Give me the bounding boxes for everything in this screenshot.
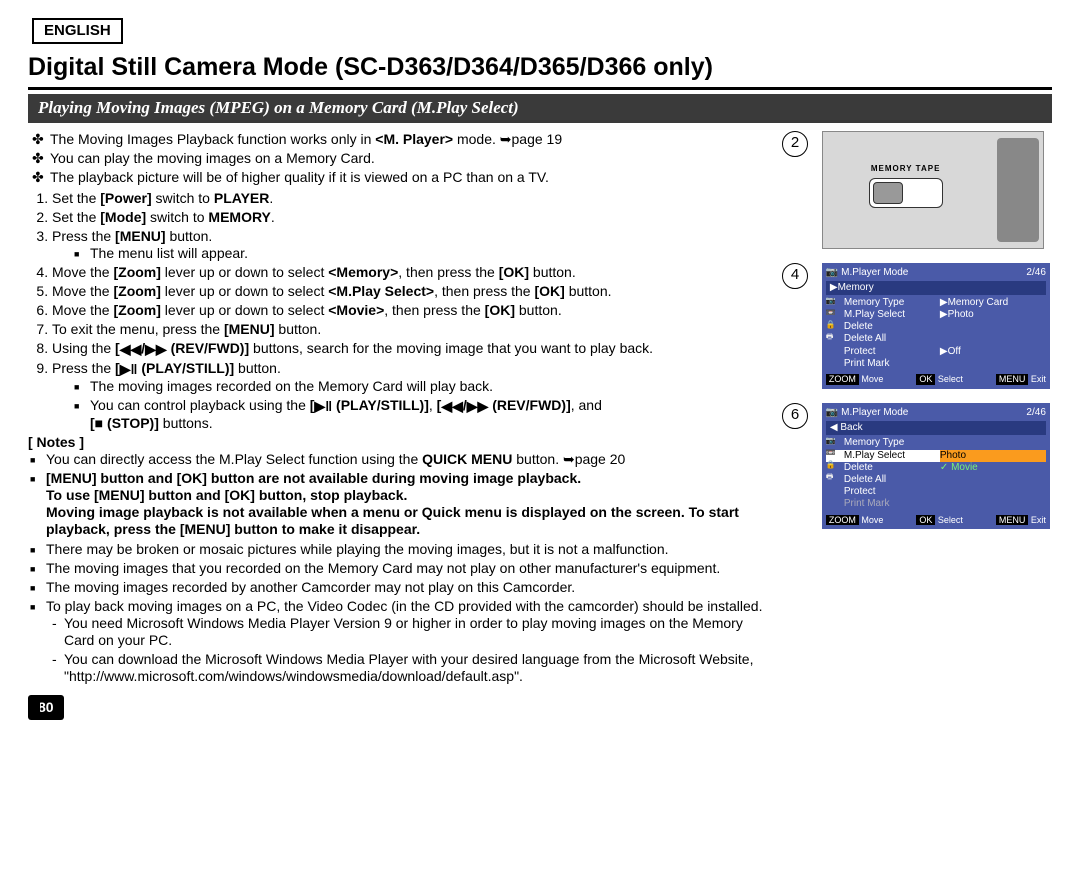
page-title: Digital Still Camera Mode (SC-D363/D364/… (28, 52, 1052, 90)
notes-list: You can directly access the M.Play Selec… (28, 451, 772, 685)
language-box: ENGLISH (32, 18, 123, 44)
section-subheader: Playing Moving Images (MPEG) on a Memory… (28, 94, 1052, 123)
step-ref-2: 2 (782, 131, 808, 157)
step-ref-6: 6 (782, 403, 808, 429)
osd-screen-4: 📷📼🔒🖶 📷 M.Player Mode2/46 ▶Memory Memory … (822, 263, 1050, 389)
osd-screen-6: 📷📼🔒🖶 📷 M.Player Mode2/46 ◀ Back Memory T… (822, 403, 1050, 529)
steps-list: Set the [Power] switch to PLAYER. Set th… (28, 190, 772, 432)
intro-list: The Moving Images Playback function work… (28, 131, 772, 186)
mode-switch-illustration: MEMORY TAPE (822, 131, 1044, 249)
step-ref-4: 4 (782, 263, 808, 289)
page-number: 80 (28, 695, 64, 720)
diagrams: 2 MEMORY TAPE 4 📷📼🔒🖶 📷 M.Player Mode2/46… (782, 131, 1052, 544)
notes-label: [ Notes ] (28, 434, 772, 451)
body-text: The Moving Images Playback function work… (28, 131, 772, 721)
